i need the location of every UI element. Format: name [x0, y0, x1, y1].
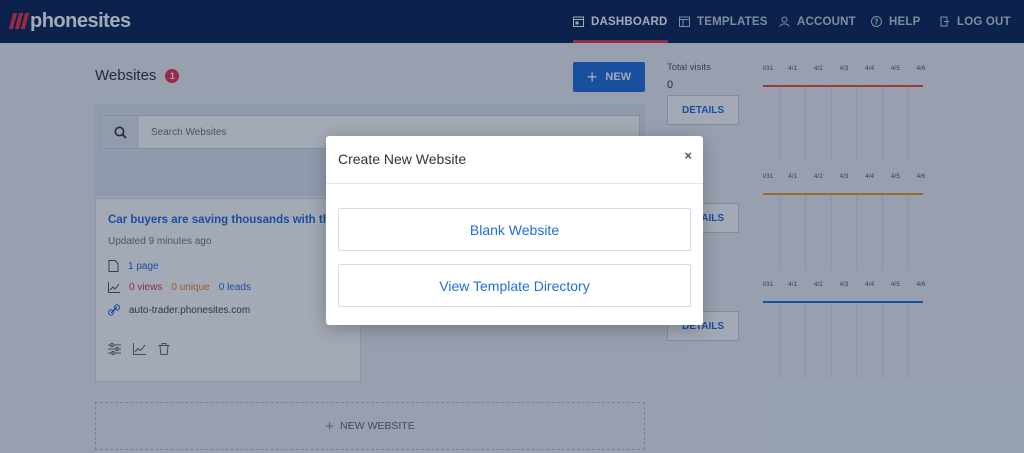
blank-website-button[interactable]: Blank Website [338, 208, 691, 251]
modal-header: Create New Website × [326, 136, 703, 184]
view-template-directory-button[interactable]: View Template Directory [338, 264, 691, 307]
modal-title: Create New Website [338, 151, 467, 167]
close-icon[interactable]: × [684, 148, 692, 163]
create-website-modal: Create New Website × Blank Website View … [326, 136, 703, 325]
